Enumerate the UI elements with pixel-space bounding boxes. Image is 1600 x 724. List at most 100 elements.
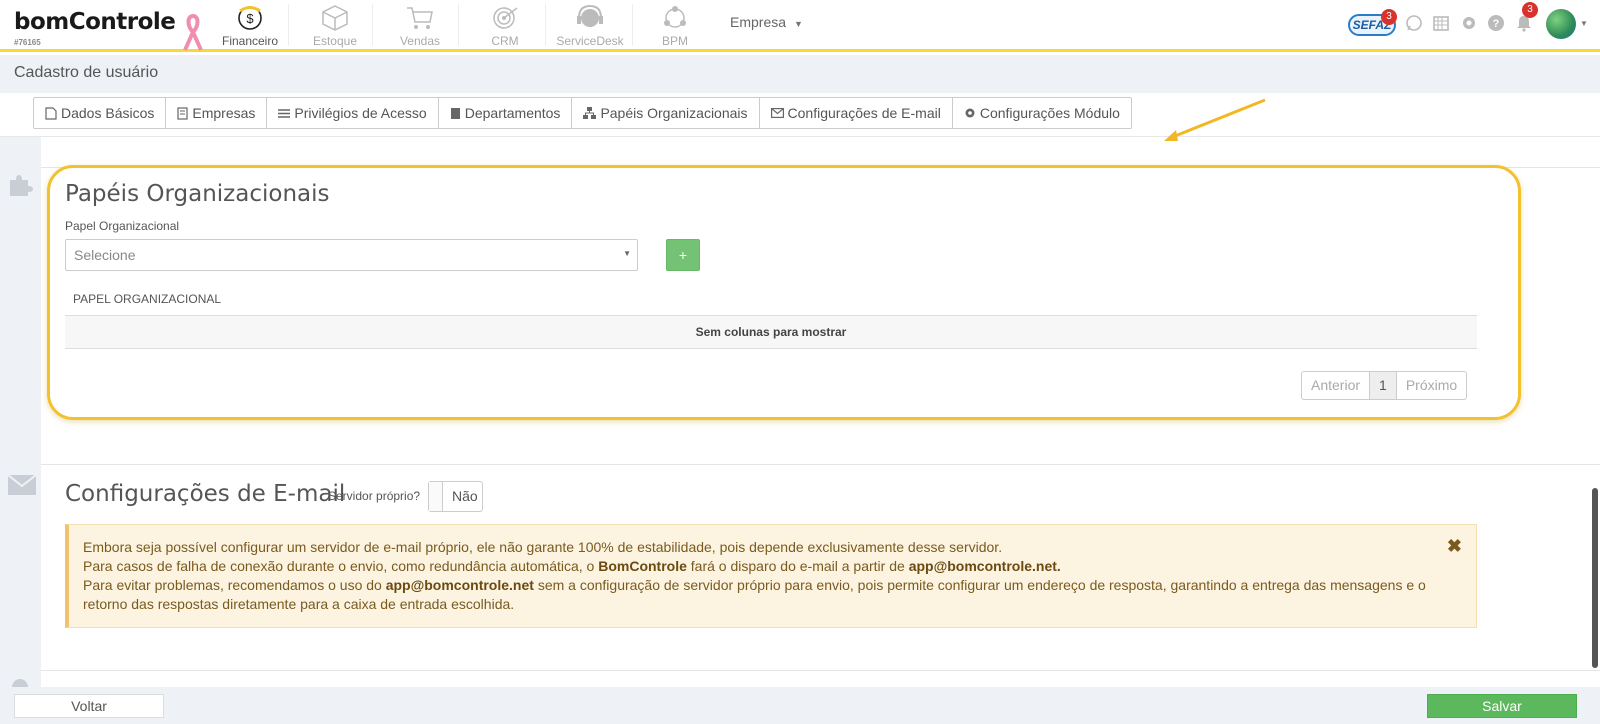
alert-bold: app@bomcontrole.net. [908, 558, 1061, 574]
section-title: Papéis Organizacionais [65, 181, 330, 207]
footer-bar: Voltar Salvar [0, 687, 1600, 724]
pager-next[interactable]: Próximo [1397, 372, 1466, 399]
tab-empresas[interactable]: Empresas [166, 98, 268, 128]
module-divider [458, 4, 459, 46]
caret-down-icon: ▼ [623, 249, 631, 258]
tabs: Dados Básicos Empresas Privilégios de Ac… [33, 97, 1132, 129]
section-divider [41, 670, 1600, 671]
module-divider [545, 4, 546, 46]
column-header: PAPEL ORGANIZACIONAL [73, 292, 222, 306]
section-rail [0, 137, 41, 687]
save-button[interactable]: Salvar [1427, 694, 1577, 718]
tab-departamentos[interactable]: Departamentos [439, 98, 573, 128]
module-label: ServiceDesk [556, 34, 624, 48]
envelope-icon [8, 475, 36, 495]
module-label: CRM [491, 34, 519, 48]
svg-text:?: ? [1493, 18, 1500, 30]
sefaz-badge: 3 [1381, 9, 1397, 25]
alert-text: fará o disparo do e-mail a partir de [686, 558, 909, 574]
pink-ribbon-icon [183, 13, 203, 51]
gear-icon [12, 679, 28, 687]
pager-prev[interactable]: Anterior [1302, 372, 1371, 399]
plus-icon: + [678, 247, 688, 263]
puzzle-icon [10, 175, 33, 196]
cart-icon [407, 7, 433, 29]
network-icon [664, 6, 686, 28]
tab-label: Empresas [192, 105, 256, 121]
gear-icon [965, 108, 975, 118]
list-icon [278, 108, 291, 118]
module-label: Estoque [312, 34, 358, 48]
page-title: Cadastro de usuário [14, 64, 159, 81]
module-divider [372, 4, 373, 46]
alert-bold: BomControle [598, 558, 687, 574]
annotation-arrow [1164, 98, 1266, 141]
company-dropdown[interactable]: Empresa ▼ [730, 14, 803, 30]
svg-text:$: $ [246, 11, 254, 26]
help-icon[interactable]: ? [1487, 14, 1505, 32]
empty-table-message: Sem colunas para mostrar [65, 315, 1477, 349]
user-avatar[interactable] [1546, 9, 1576, 39]
pagination: Anterior 1 Próximo [1301, 371, 1468, 400]
own-server-label: Servidor próprio? [328, 489, 421, 503]
tab-papeis-organizacionais[interactable]: Papéis Organizacionais [572, 98, 760, 128]
tab-label: Privilégios de Acesso [294, 105, 427, 121]
module-estoque[interactable]: Estoque [295, 4, 375, 48]
tab-label: Configurações Módulo [979, 105, 1120, 121]
alert-text: Para casos de falha de conexão durante o… [83, 558, 599, 574]
tab-configuracoes-email[interactable]: Configurações de E-mail [760, 98, 953, 128]
module-label: Financeiro [221, 34, 279, 48]
module-label: BPM [661, 34, 688, 48]
module-financeiro[interactable]: $ Financeiro [210, 4, 290, 48]
module-divider [288, 4, 289, 46]
toggle-knob [429, 482, 443, 511]
tab-bar: Dados Básicos Empresas Privilégios de Ac… [0, 93, 1600, 137]
tab-privilegios-acesso[interactable]: Privilégios de Acesso [267, 98, 439, 128]
box-icon [322, 5, 348, 31]
logo[interactable]: bomControle [14, 9, 176, 35]
calendar-icon[interactable] [1432, 14, 1450, 32]
caret-down-icon[interactable]: ▼ [1580, 19, 1588, 28]
file-icon [45, 106, 57, 120]
gear-icon[interactable] [1460, 14, 1478, 32]
sitemap-icon [583, 107, 597, 119]
tab-label: Papéis Organizacionais [600, 105, 748, 121]
module-crm[interactable]: CRM [465, 4, 545, 48]
add-papel-button[interactable]: + [666, 239, 700, 271]
scrollbar[interactable] [1592, 488, 1598, 668]
own-server-toggle[interactable]: Não [428, 481, 483, 512]
building-icon [177, 106, 188, 120]
tab-dados-basicos[interactable]: Dados Básicos [34, 98, 167, 128]
alert-bold: app@bomcontrole.net [385, 577, 534, 593]
section-title: Configurações de E-mail [65, 481, 346, 507]
company-label: Empresa [730, 14, 787, 30]
pager-page[interactable]: 1 [1370, 372, 1397, 399]
page-header: Cadastro de usuário [0, 55, 1600, 93]
tab-label: Configurações de E-mail [787, 105, 941, 121]
papel-select[interactable]: Selecione ▼ [65, 239, 638, 271]
back-button[interactable]: Voltar [14, 694, 164, 718]
caret-down-icon: ▼ [794, 19, 803, 29]
module-vendas[interactable]: Vendas [380, 4, 460, 48]
envelope-icon [770, 108, 784, 118]
email-warning-alert: Embora seja possível configurar um servi… [65, 524, 1477, 628]
building-icon [450, 107, 460, 119]
notifications-badge: 3 [1522, 2, 1538, 18]
target-icon [493, 7, 518, 29]
alert-text: Para evitar problemas, recomendamos o us… [83, 577, 386, 593]
tab-configuracoes-modulo[interactable]: Configurações Módulo [953, 98, 1131, 128]
tab-label: Departamentos [464, 105, 561, 121]
module-bpm[interactable]: BPM [635, 4, 715, 48]
select-value: Selecione [74, 247, 136, 263]
module-servicedesk[interactable]: ServiceDesk [550, 4, 630, 48]
close-icon[interactable]: ✖ [1447, 537, 1462, 556]
toggle-value: Não [452, 488, 478, 504]
tab-label: Dados Básicos [61, 105, 155, 121]
alert-line: Embora seja possível configurar um servi… [83, 539, 1003, 555]
account-id: #76165 [14, 38, 41, 47]
top-navbar: bomControle #76165 $ Financeiro Estoque … [0, 0, 1600, 52]
headset-icon [577, 4, 603, 27]
module-label: Vendas [399, 34, 441, 48]
coin-dollar-icon: $ [238, 6, 262, 30]
whatsapp-icon[interactable] [1405, 14, 1423, 32]
